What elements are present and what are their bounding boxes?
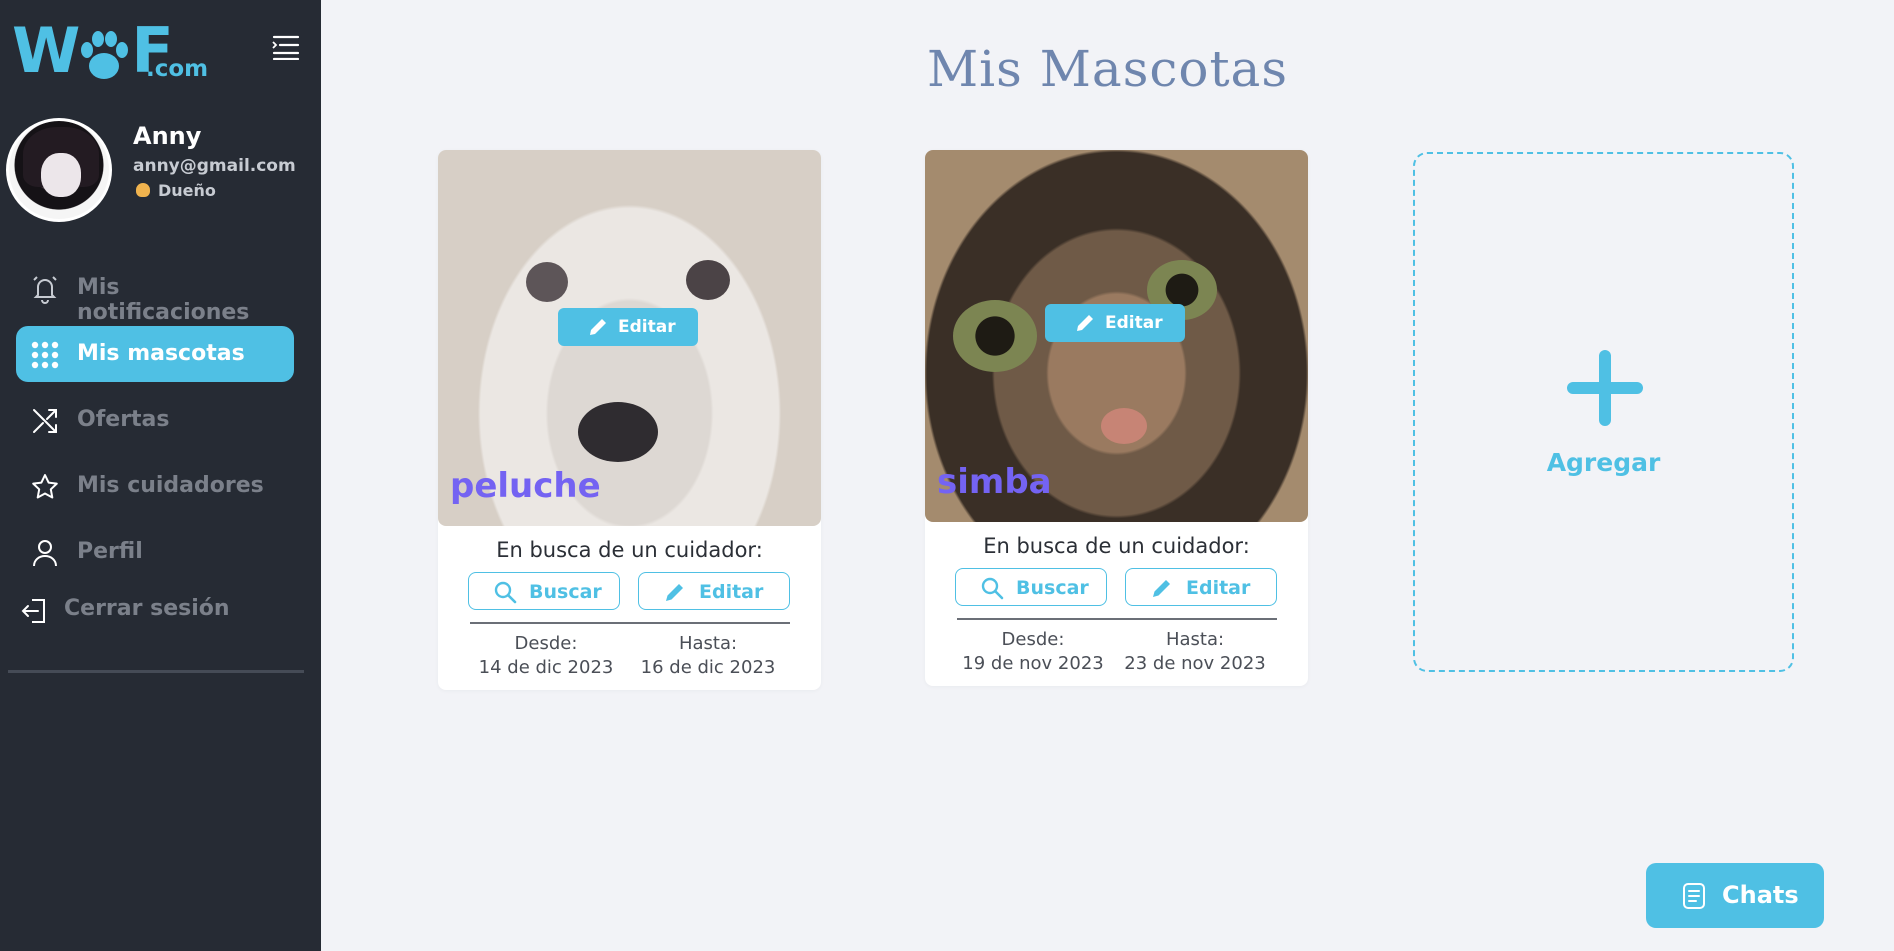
brand-logo[interactable]: WF .com: [12, 16, 208, 86]
search-icon: [493, 580, 517, 604]
user-name: Anny: [133, 122, 202, 150]
add-pet-label: Agregar: [1546, 448, 1661, 477]
sidebar-item-cuidadores[interactable]: Mis cuidadores: [16, 458, 294, 514]
date-to-value: 16 de dic 2023: [640, 656, 776, 678]
grid-dots-icon: [30, 340, 60, 370]
sidebar-item-notificaciones[interactable]: Mis notificaciones: [16, 260, 294, 325]
search-caretaker-label: En busca de un cuidador:: [496, 538, 763, 562]
pet-photo[interactable]: Editar peluche: [438, 150, 821, 526]
sidebar-nav: Mis notificaciones Mis mascotas Ofertas …: [16, 260, 294, 590]
logout-icon: [20, 596, 50, 626]
chat-document-icon: [1680, 882, 1708, 910]
user-profile: Anny anny@gmail.com Dueño: [6, 118, 306, 224]
edit-button[interactable]: Editar: [1125, 568, 1277, 606]
page-title: Mis Mascotas: [926, 40, 1289, 98]
sidebar-item-label: Ofertas: [77, 407, 170, 432]
sidebar-item-mascotas[interactable]: Mis mascotas: [16, 326, 294, 382]
edit-button[interactable]: Editar: [638, 572, 790, 610]
pencil-icon: [1075, 313, 1095, 333]
date-to-value: 23 de nov 2023: [1124, 652, 1266, 674]
search-icon: [980, 576, 1004, 600]
user-role-label: Dueño: [158, 181, 216, 200]
pet-card: Editar peluche En busca de un cuidador: …: [438, 150, 821, 690]
shuffle-icon: [30, 406, 60, 436]
search-button[interactable]: Buscar: [955, 568, 1107, 606]
sidebar: WF .com Anny anny@gmail.com Dueño Mis no…: [0, 0, 321, 951]
sidebar-item-label: Perfil: [77, 539, 143, 564]
date-range: Desde: 19 de nov 2023 Hasta: 23 de nov 2…: [925, 620, 1308, 686]
edit-button-label: Editar: [1186, 577, 1251, 599]
sidebar-item-ofertas[interactable]: Ofertas: [16, 392, 294, 448]
date-to-label: Hasta:: [1165, 628, 1225, 650]
search-caretaker-label: En busca de un cuidador:: [983, 534, 1250, 558]
search-button-label: Buscar: [529, 581, 602, 603]
pencil-icon: [663, 580, 687, 604]
edit-button-label: Editar: [699, 581, 764, 603]
chats-button[interactable]: Chats: [1646, 863, 1824, 928]
date-from-label: Desde:: [1001, 628, 1065, 650]
menu-toggle-icon[interactable]: [272, 34, 300, 61]
pet-actions: Buscar Editar: [438, 572, 821, 612]
chats-label: Chats: [1722, 881, 1799, 909]
date-from-value: 19 de nov 2023: [962, 652, 1104, 674]
date-from: Desde: 19 de nov 2023: [953, 628, 1113, 676]
pet-card: Editar simba En busca de un cuidador: Bu…: [925, 150, 1308, 686]
sidebar-item-label: Mis notificaciones: [77, 275, 250, 325]
pencil-icon: [588, 317, 608, 337]
date-to: Hasta: 23 de nov 2023: [1115, 628, 1275, 676]
bell-icon: [30, 274, 60, 304]
photo-edit-button[interactable]: Editar: [1045, 304, 1185, 342]
logout-label: Cerrar sesión: [64, 596, 230, 621]
avatar[interactable]: [6, 118, 112, 222]
search-button[interactable]: Buscar: [468, 572, 620, 610]
user-email: anny@gmail.com: [133, 156, 296, 176]
role-emoji-icon: [136, 183, 150, 197]
photo-edit-button[interactable]: Editar: [558, 308, 698, 346]
plus-icon-bar: [1567, 382, 1643, 394]
date-from-label: Desde:: [514, 632, 578, 654]
sidebar-item-label: Mis cuidadores: [77, 473, 264, 498]
pet-actions: Buscar Editar: [925, 568, 1308, 608]
pet-name: peluche: [450, 466, 601, 506]
date-from-value: 14 de dic 2023: [478, 656, 614, 678]
logo-domain: .com: [146, 56, 209, 82]
user-icon: [30, 538, 60, 568]
date-from: Desde: 14 de dic 2023: [466, 632, 626, 680]
date-range: Desde: 14 de dic 2023 Hasta: 16 de dic 2…: [438, 624, 821, 690]
logout-button[interactable]: Cerrar sesión: [20, 590, 240, 630]
date-to: Hasta: 16 de dic 2023: [628, 632, 788, 680]
add-pet-card[interactable]: Agregar: [1413, 152, 1794, 672]
pet-photo[interactable]: Editar simba: [925, 150, 1308, 522]
sidebar-divider: [8, 670, 304, 673]
pet-name: simba: [937, 462, 1052, 502]
photo-edit-label: Editar: [618, 317, 676, 337]
search-button-label: Buscar: [1016, 577, 1089, 599]
sidebar-item-label: Mis mascotas: [77, 341, 245, 366]
paw-icon: [77, 26, 131, 79]
user-role: Dueño: [136, 181, 216, 200]
sidebar-item-perfil[interactable]: Perfil: [16, 524, 294, 580]
star-icon: [30, 472, 60, 502]
date-to-label: Hasta:: [678, 632, 738, 654]
pencil-icon: [1150, 576, 1174, 600]
photo-edit-label: Editar: [1105, 313, 1163, 333]
